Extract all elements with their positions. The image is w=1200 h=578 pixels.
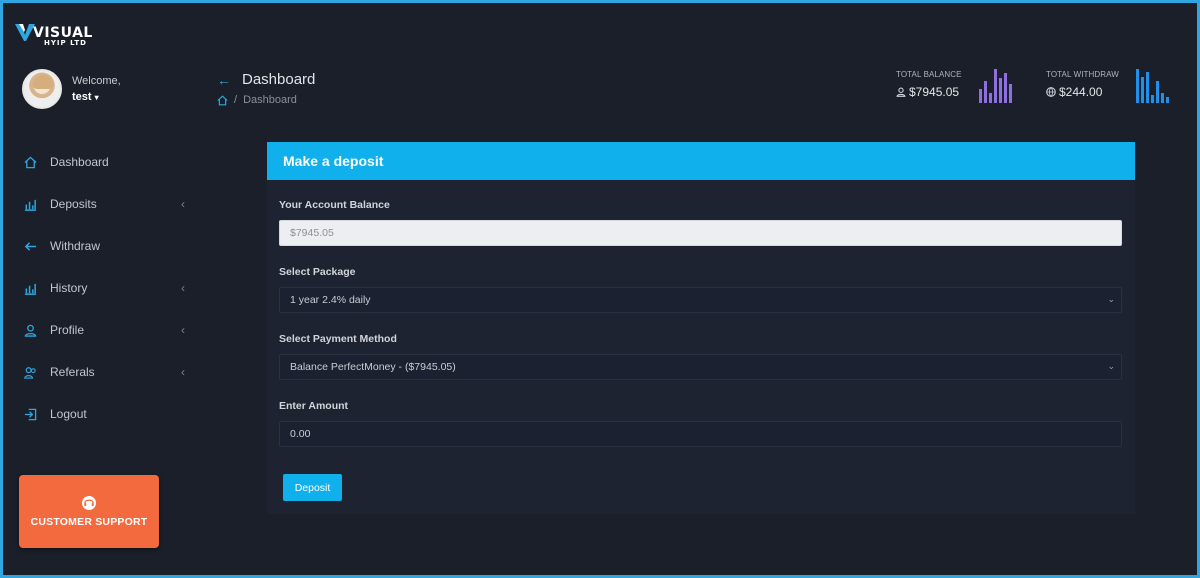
- breadcrumb-current: Dashboard: [243, 94, 297, 106]
- payment-method-select[interactable]: Balance PerfectMoney - ($7945.05) ⌄: [279, 354, 1122, 380]
- amount-label: Enter Amount: [279, 400, 349, 412]
- total-balance-value: $7945.05: [909, 85, 960, 99]
- chevron-left-icon: ‹: [181, 323, 185, 337]
- customer-support-label: CUSTOMER SUPPORT: [30, 516, 148, 528]
- sidebar-item-history[interactable]: History ‹: [3, 267, 201, 309]
- sidebar-item-label: Referals: [50, 365, 95, 379]
- package-select-value: 1 year 2.4% daily: [290, 294, 371, 306]
- total-withdraw-label: TOTAL WITHDRAW: [1046, 70, 1119, 79]
- deposit-button[interactable]: Deposit: [283, 474, 342, 501]
- chevron-left-icon: ‹: [181, 197, 185, 211]
- sidebar: VISUAL HYIP LTD Welcome, test ▾ Dashboard…: [3, 3, 201, 578]
- total-balance-stat: TOTAL BALANCE $7945.05: [896, 70, 962, 106]
- page-title: Dashboard: [242, 71, 316, 88]
- chevron-down-icon: ⌄: [1107, 294, 1115, 304]
- sidebar-item-withdraw[interactable]: Withdraw: [3, 225, 201, 267]
- username: test: [72, 91, 92, 103]
- total-withdraw-value: $244.00: [1059, 85, 1103, 99]
- balance-sparkline: [979, 69, 1012, 103]
- customer-support-button[interactable]: CUSTOMER SUPPORT: [19, 475, 159, 548]
- sidebar-item-referals[interactable]: Referals ‹: [3, 351, 201, 393]
- sidebar-nav: Dashboard Deposits ‹ Withdraw History ‹ …: [3, 141, 201, 435]
- globe-icon: [1046, 87, 1056, 97]
- breadcrumb: / Dashboard: [217, 94, 297, 106]
- users-icon: [22, 364, 38, 380]
- package-select[interactable]: 1 year 2.4% daily ⌄: [279, 287, 1122, 313]
- payment-method-label: Select Payment Method: [279, 333, 397, 345]
- sidebar-item-label: Dashboard: [50, 155, 109, 169]
- welcome-text: Welcome,: [72, 75, 121, 87]
- user-icon: [896, 87, 906, 97]
- select-package-label: Select Package: [279, 266, 356, 278]
- sidebar-item-label: Withdraw: [50, 239, 101, 253]
- deposit-card-title: Make a deposit: [267, 142, 1135, 180]
- bar-chart-icon: [22, 196, 38, 212]
- headset-icon: [82, 496, 96, 510]
- sidebar-item-deposits[interactable]: Deposits ‹: [3, 183, 201, 225]
- breadcrumb-separator: /: [234, 94, 238, 106]
- arrow-left-icon: [22, 238, 38, 254]
- sidebar-item-dashboard[interactable]: Dashboard: [3, 141, 201, 183]
- chevron-down-icon: ⌄: [1107, 361, 1115, 371]
- account-balance-label: Your Account Balance: [279, 199, 390, 211]
- total-withdraw-row: $244.00: [1046, 85, 1119, 99]
- caret-down-icon: ▾: [94, 93, 99, 102]
- avatar: [22, 69, 62, 109]
- user-icon: [22, 322, 38, 338]
- account-balance-value: $7945.05: [290, 227, 334, 239]
- home-icon[interactable]: [217, 94, 228, 106]
- bar-chart-icon: [22, 280, 38, 296]
- total-balance-row: $7945.05: [896, 85, 962, 99]
- sidebar-item-label: Profile: [50, 323, 85, 337]
- home-icon: [22, 154, 38, 170]
- total-withdraw-stat: TOTAL WITHDRAW $244.00: [1046, 70, 1119, 106]
- total-balance-label: TOTAL BALANCE: [896, 70, 962, 79]
- logout-icon: [22, 406, 38, 422]
- brand-logo[interactable]: VISUAL HYIP LTD: [14, 21, 94, 49]
- chevron-left-icon: ‹: [181, 365, 185, 379]
- withdraw-sparkline: [1136, 69, 1169, 103]
- payment-method-value: Balance PerfectMoney - ($7945.05): [290, 361, 456, 373]
- user-panel: Welcome, test ▾: [22, 69, 192, 109]
- account-balance-field: $7945.05: [279, 220, 1122, 246]
- deposit-card: Make a deposit Your Account Balance $794…: [267, 142, 1135, 514]
- user-menu-toggle[interactable]: test ▾: [72, 91, 99, 103]
- sidebar-item-label: Deposits: [50, 197, 97, 211]
- sidebar-item-logout[interactable]: Logout: [3, 393, 201, 435]
- brand-tagline: HYIP LTD: [44, 39, 87, 47]
- sidebar-item-label: Logout: [50, 407, 87, 421]
- amount-input-value: 0.00: [290, 428, 311, 440]
- back-arrow-icon[interactable]: ←: [217, 72, 231, 88]
- amount-input[interactable]: 0.00: [279, 421, 1122, 447]
- sidebar-item-profile[interactable]: Profile ‹: [3, 309, 201, 351]
- app-frame: VISUAL HYIP LTD Welcome, test ▾ Dashboard…: [0, 0, 1200, 578]
- sidebar-item-label: History: [50, 281, 88, 295]
- chevron-left-icon: ‹: [181, 281, 185, 295]
